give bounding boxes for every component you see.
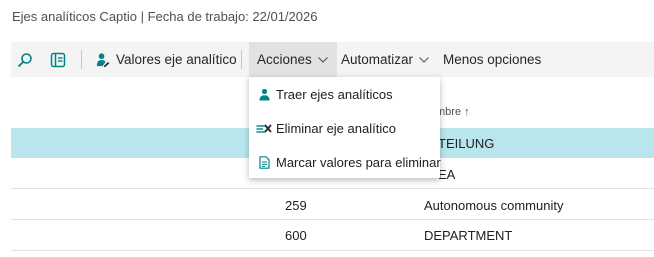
table-cell-name: TEILUNG	[438, 136, 495, 151]
page-title: Ejes analíticos Captio | Fecha de trabaj…	[12, 9, 318, 24]
chevron-down-icon	[419, 56, 429, 63]
menu-item-label: Marcar valores para eliminar	[276, 154, 441, 170]
toolbar-divider	[241, 50, 242, 69]
search-icon[interactable]	[17, 52, 33, 68]
table-cell-code: 600	[285, 228, 307, 243]
person-icon	[259, 88, 270, 100]
table-cell-name: Autonomous community	[424, 198, 564, 213]
menu-item-label: Eliminar eje analítico	[276, 120, 396, 136]
menu-item-traer-ejes[interactable]: Traer ejes analíticos	[249, 83, 440, 105]
filter-pane-icon[interactable]	[50, 52, 66, 68]
valores-eje-analitico-button[interactable]: Valores eje analítico	[95, 42, 237, 77]
menu-item-label: Traer ejes analíticos	[276, 86, 393, 102]
menu-item-marcar-valores[interactable]: Marcar valores para eliminar	[249, 151, 441, 173]
automatizar-menu-button[interactable]: Automatizar	[341, 42, 429, 77]
row-divider	[11, 250, 654, 251]
column-header-nombre[interactable]: mbre ↑	[436, 106, 470, 118]
menos-opciones-button[interactable]: Menos opciones	[443, 42, 541, 77]
toolbar-divider	[81, 50, 82, 69]
delete-row-icon	[256, 123, 272, 133]
automatizar-label: Automatizar	[341, 52, 414, 67]
table-cell-name: DEPARTMENT	[424, 228, 513, 243]
acciones-dropdown-menu: Traer ejes analíticos Eliminar eje analí…	[249, 77, 441, 178]
acciones-menu-button[interactable]: Acciones	[249, 42, 337, 77]
valores-eje-analitico-label: Valores eje analítico	[116, 52, 237, 67]
chevron-down-icon	[317, 56, 328, 63]
document-icon	[259, 155, 270, 169]
table-row[interactable]	[11, 220, 654, 250]
table-cell-code: 259	[285, 198, 307, 213]
menu-item-eliminar-eje[interactable]: Eliminar eje analítico	[249, 117, 440, 139]
person-edit-icon	[96, 53, 110, 67]
action-bar: Valores eje analítico Acciones Automatiz…	[11, 42, 654, 77]
acciones-label: Acciones	[257, 52, 312, 67]
menos-opciones-label: Menos opciones	[443, 52, 542, 67]
